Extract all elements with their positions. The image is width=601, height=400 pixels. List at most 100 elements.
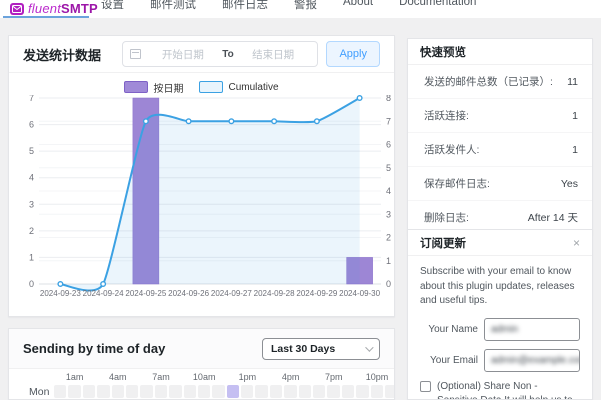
x-axis-label: 2024-09-30 bbox=[339, 289, 380, 298]
heatmap-cell[interactable] bbox=[284, 385, 297, 398]
quick-overview-card: 快速预览 发送的邮件总数（已记录）: 11 活跃连接: 1 活跃发件人: 1 保存邮件日志:… bbox=[407, 38, 593, 235]
email-value: admin@example.com bbox=[491, 354, 580, 366]
overview-row-label: 活跃发件人: bbox=[424, 144, 480, 156]
overview-row-value: Yes bbox=[560, 177, 578, 190]
data-point-2024-09-26 bbox=[185, 118, 192, 125]
heatmap-cell[interactable] bbox=[54, 385, 67, 398]
heatmap-cell[interactable] bbox=[125, 385, 139, 398]
heatmap-cell[interactable] bbox=[327, 385, 340, 398]
heatmap-cell[interactable] bbox=[111, 385, 124, 398]
right-axis-tick: 5 bbox=[386, 163, 391, 173]
name-field[interactable]: admin bbox=[484, 317, 580, 341]
heatmap-cell[interactable] bbox=[356, 385, 369, 398]
right-axis-tick: 4 bbox=[386, 186, 391, 196]
fluentsmtp-logo[interactable]: fluentSMTP bbox=[10, 1, 98, 16]
data-point-2024-09-27 bbox=[228, 118, 235, 125]
nav-item-2[interactable]: 邮件日志 bbox=[222, 0, 268, 12]
name-row: Your Name admin bbox=[420, 317, 580, 341]
right-axis-tick: 0 bbox=[386, 279, 391, 289]
heatmap-cell[interactable] bbox=[169, 385, 182, 398]
overview-row: 活跃发件人: 1 bbox=[408, 133, 592, 167]
heatmap-cell[interactable] bbox=[97, 385, 110, 398]
x-axis-label: 2024-09-25 bbox=[125, 289, 166, 298]
overview-row-value: 1 bbox=[572, 109, 578, 122]
time-of-day-header: Sending by time of day Last 30 Days bbox=[9, 329, 394, 369]
heatmap-cell[interactable] bbox=[298, 385, 312, 398]
legend-label-bar: 按日期 bbox=[153, 83, 184, 95]
heatmap-cell[interactable] bbox=[384, 385, 394, 398]
legend-item-line[interactable]: Cumulative bbox=[199, 81, 279, 93]
logo-text: fluentSMTP bbox=[28, 1, 98, 16]
share-data-row: (Optional) Share Non - Sensitive Data.It… bbox=[420, 380, 580, 400]
right-axis-tick: 3 bbox=[386, 209, 391, 219]
hour-label: 4am bbox=[109, 372, 127, 382]
right-axis-tick: 7 bbox=[386, 116, 391, 126]
sending-stats-header: 发送统计数据 开始日期 To 结束日期 Apply bbox=[9, 36, 394, 73]
end-date-input[interactable]: 结束日期 bbox=[236, 47, 311, 62]
share-data-label: (Optional) Share Non - Sensitive Data.It… bbox=[437, 380, 573, 400]
subscribe-card: 订阅更新 × Subscribe with your email to know… bbox=[407, 229, 593, 400]
subscribe-header: 订阅更新 × bbox=[408, 230, 592, 256]
apply-button[interactable]: Apply bbox=[326, 41, 380, 67]
left-axis-tick: 4 bbox=[29, 173, 34, 183]
right-axis-tick: 8 bbox=[386, 95, 391, 103]
date-range-select[interactable]: Last 30 Days bbox=[262, 337, 380, 360]
email-row: Your Email admin@example.com bbox=[420, 348, 580, 372]
date-filter-group: 开始日期 To 结束日期 Apply bbox=[122, 41, 380, 67]
nav-item-1[interactable]: 邮件测试 bbox=[150, 0, 196, 12]
overview-row: 发送的邮件总数（已记录）: 11 bbox=[408, 65, 592, 99]
heatmap-cell[interactable] bbox=[241, 385, 254, 398]
overview-row: 活跃连接: 1 bbox=[408, 99, 592, 133]
subscribe-description: Subscribe with your email to know about … bbox=[420, 266, 575, 306]
legend-swatch-line bbox=[199, 81, 224, 93]
heatmap-row-label: Mon bbox=[29, 386, 50, 398]
hour-label: 10am bbox=[192, 372, 216, 382]
date-range-picker[interactable]: 开始日期 To 结束日期 bbox=[122, 41, 319, 67]
heatmap-cell[interactable] bbox=[183, 385, 196, 398]
x-axis-label: 2024-09-23 bbox=[40, 289, 81, 298]
heatmap-cell[interactable] bbox=[255, 385, 268, 398]
heatmap-cell[interactable] bbox=[226, 385, 240, 398]
heatmap-cell[interactable] bbox=[154, 385, 168, 398]
overview-row-value: 11 bbox=[567, 75, 578, 88]
calendar-icon bbox=[130, 49, 142, 59]
chevron-down-icon bbox=[365, 342, 374, 352]
overview-row: 保存邮件日志: Yes bbox=[408, 167, 592, 201]
heatmap-cell[interactable] bbox=[68, 385, 81, 398]
left-axis-tick: 0 bbox=[29, 279, 34, 289]
legend-item-bars[interactable]: 按日期 bbox=[124, 80, 183, 95]
time-of-day-card: Sending by time of day Last 30 Days Mon … bbox=[8, 328, 395, 400]
email-field[interactable]: admin@example.com bbox=[484, 348, 580, 372]
quick-overview-header: 快速预览 bbox=[408, 39, 592, 65]
heatmap-cell[interactable] bbox=[313, 385, 326, 398]
data-point-2024-09-23 bbox=[57, 280, 64, 287]
start-date-input[interactable]: 开始日期 bbox=[145, 47, 220, 62]
close-icon[interactable]: × bbox=[573, 237, 580, 249]
x-axis-label: 2024-09-24 bbox=[83, 289, 124, 298]
heatmap-cell[interactable] bbox=[269, 385, 283, 398]
overview-row-label: 活跃连接: bbox=[424, 110, 469, 122]
heatmap-cell[interactable] bbox=[82, 385, 96, 398]
nav-item-3[interactable]: 警报 bbox=[294, 0, 317, 12]
overview-row-value: After 14 天 bbox=[527, 212, 578, 224]
hour-label: 4pm bbox=[281, 372, 300, 382]
overview-row-label: 删除日志: bbox=[424, 212, 469, 224]
nav-item-0[interactable]: 设置 bbox=[101, 0, 124, 12]
heatmap-cell[interactable] bbox=[212, 385, 225, 398]
x-axis-label: 2024-09-28 bbox=[254, 289, 295, 298]
email-label: Your Email bbox=[430, 354, 478, 366]
quick-overview-title: 快速预览 bbox=[420, 46, 466, 59]
nav-item-5[interactable]: Documentation bbox=[399, 0, 476, 12]
nav-item-4[interactable]: About bbox=[343, 0, 373, 12]
heatmap-cell[interactable] bbox=[370, 385, 383, 398]
heatmap-cell[interactable] bbox=[197, 385, 211, 398]
data-point-2024-09-24 bbox=[100, 280, 107, 287]
overview-row-label: 发送的邮件总数（已记录）: bbox=[424, 76, 553, 88]
subscribe-title: 订阅更新 bbox=[420, 237, 466, 250]
right-axis-tick: 2 bbox=[386, 233, 391, 243]
sending-stats-title: 发送统计数据 bbox=[23, 47, 102, 63]
heatmap-cell[interactable] bbox=[341, 385, 355, 398]
sending-stats-chart[interactable]: 0 1 2 3 4 5 6 7 0 1 2 3 4 5 6 7 8 2024-09-23 2024-09-24 202… bbox=[9, 93, 396, 310]
share-data-checkbox[interactable] bbox=[420, 380, 431, 392]
heatmap-cell[interactable] bbox=[140, 385, 153, 398]
